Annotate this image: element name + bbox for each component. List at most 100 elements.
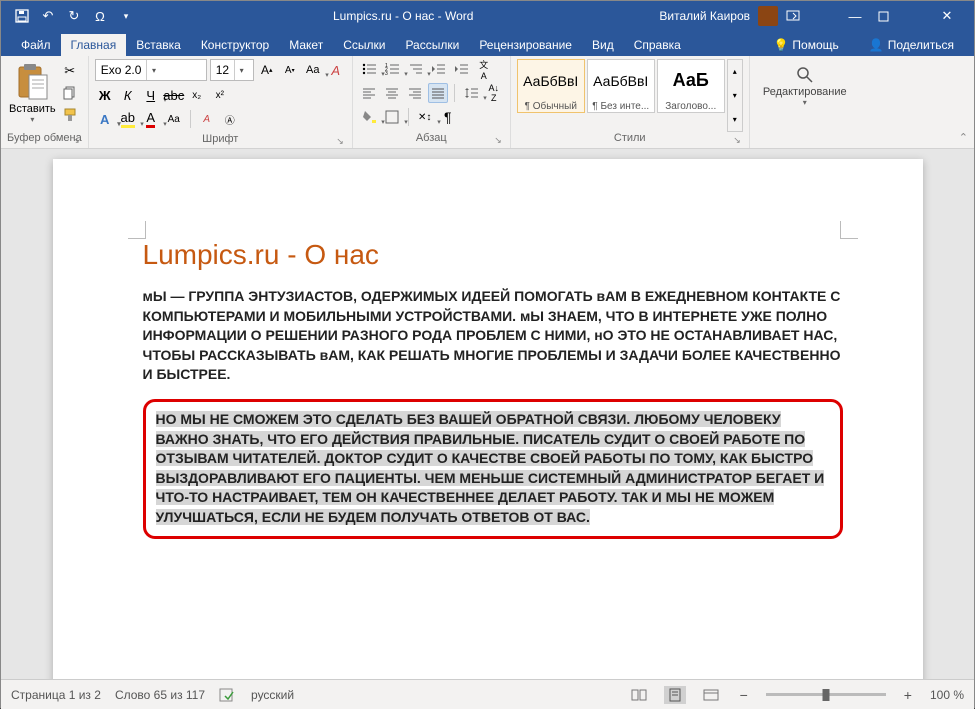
status-words[interactable]: Слово 65 из 117 (115, 688, 205, 702)
superscript-icon[interactable]: x² (210, 85, 230, 105)
ribbon-display-options-icon[interactable] (786, 1, 832, 31)
text-effects-icon[interactable]: A (95, 109, 115, 129)
styles-up-icon[interactable]: ▴ (728, 60, 742, 84)
align-center-icon[interactable] (382, 83, 402, 103)
tab-references[interactable]: Ссылки (333, 34, 395, 56)
zoom-slider[interactable] (766, 693, 886, 696)
strikethrough-icon[interactable]: abc (164, 85, 184, 105)
user-name: Виталий Каиров (659, 9, 750, 23)
read-mode-icon[interactable] (628, 686, 650, 704)
decrease-indent-icon[interactable] (428, 59, 448, 79)
zoom-level[interactable]: 100 % (930, 688, 964, 702)
document-area[interactable]: Lumpics.ru - О нас мЫ — ГРУППА ЭНТУЗИАСТ… (1, 149, 974, 679)
underline-icon[interactable]: Ч (141, 85, 161, 105)
styles-more-icon[interactable]: ▾ (728, 107, 742, 131)
clipboard-launcher-icon[interactable]: ↘ (72, 135, 80, 146)
maximize-button[interactable] (878, 1, 924, 31)
copy-icon[interactable] (60, 83, 80, 103)
tab-file[interactable]: Файл (11, 34, 61, 56)
numbering-icon[interactable]: 123 (382, 59, 402, 79)
share-button[interactable]: 👤Поделиться (859, 34, 964, 56)
web-layout-icon[interactable] (700, 686, 722, 704)
minimize-button[interactable]: — (832, 1, 878, 31)
group-clipboard: Вставить ▾ ✂ Буфер обмена↘ (1, 56, 89, 148)
font-name-combo[interactable]: Exo 2.0▾ (95, 59, 207, 81)
bullets-icon[interactable] (359, 59, 379, 79)
bold-icon[interactable]: Ж (95, 85, 115, 105)
lightbulb-icon: 💡 (773, 38, 788, 52)
avatar[interactable] (758, 6, 778, 26)
font-size-combo[interactable]: 12▾ (210, 59, 254, 81)
tab-layout[interactable]: Макет (279, 34, 333, 56)
format-painter-icon[interactable] (60, 105, 80, 125)
close-button[interactable]: ✕ (924, 1, 970, 31)
qat-dropdown-icon[interactable]: ▾ (115, 5, 137, 27)
asian-layout-icon[interactable]: ✕↕ (415, 107, 435, 127)
symbol-icon[interactable]: Ω (89, 5, 111, 27)
zoom-out-button[interactable]: − (736, 687, 752, 703)
italic-icon[interactable]: К (118, 85, 138, 105)
clear-formatting-icon[interactable]: A (326, 60, 346, 80)
sort-icon[interactable]: A↓Z (484, 83, 504, 103)
ribbon-tabs: Файл Главная Вставка Конструктор Макет С… (1, 31, 974, 56)
align-right-icon[interactable] (405, 83, 425, 103)
tab-review[interactable]: Рецензирование (469, 34, 582, 56)
crop-mark-icon (840, 221, 858, 239)
shrink-font-icon[interactable]: A▾ (280, 60, 300, 80)
save-icon[interactable] (11, 5, 33, 27)
align-left-icon[interactable] (359, 83, 379, 103)
text-direction-icon[interactable]: 文A (474, 59, 494, 79)
cut-icon[interactable]: ✂ (60, 61, 80, 81)
tab-design[interactable]: Конструктор (191, 34, 279, 56)
styles-scroll: ▴ ▾ ▾ (727, 59, 743, 132)
paragraph-1[interactable]: мЫ — ГРУППА ЭНТУЗИАСТОВ, ОДЕРЖИМЫХ ИДЕЕЙ… (143, 287, 843, 385)
document-body[interactable]: мЫ — ГРУППА ЭНТУЗИАСТОВ, ОДЕРЖИМЫХ ИДЕЕЙ… (143, 287, 843, 539)
justify-icon[interactable] (428, 83, 448, 103)
borders-icon[interactable] (382, 107, 402, 127)
style-heading1[interactable]: АаБЗаголово... (657, 59, 725, 113)
styles-down-icon[interactable]: ▾ (728, 84, 742, 108)
paragraph-launcher-icon[interactable]: ↘ (494, 135, 502, 146)
style-no-spacing[interactable]: АаБбВвІ¶ Без инте... (587, 59, 655, 113)
tab-view[interactable]: Вид (582, 34, 624, 56)
styles-launcher-icon[interactable]: ↘ (733, 135, 741, 146)
paragraph-2[interactable]: НО МЫ НЕ СМОЖЕМ ЭТО СДЕЛАТЬ БЕЗ ВАШЕЙ ОБ… (156, 410, 830, 528)
status-language[interactable]: русский (251, 688, 294, 702)
collapse-ribbon-icon[interactable]: ⌃ (959, 131, 968, 144)
chevron-down-icon[interactable]: ▾ (146, 60, 160, 80)
find-icon[interactable] (796, 66, 814, 84)
tell-me[interactable]: 💡Помощь (763, 34, 848, 56)
chevron-down-icon[interactable]: ▾ (234, 60, 248, 80)
show-marks-icon[interactable]: ¶ (438, 107, 458, 127)
increase-indent-icon[interactable] (451, 59, 471, 79)
print-layout-icon[interactable] (664, 686, 686, 704)
phonetic-guide-icon[interactable]: A (197, 109, 217, 129)
highlight-icon[interactable]: ab (118, 109, 138, 129)
character-shading-icon[interactable]: Aa (164, 109, 184, 129)
tab-mailings[interactable]: Рассылки (395, 34, 469, 56)
shading-icon[interactable] (359, 107, 379, 127)
group-editing-label: Редактирование (763, 86, 847, 98)
tab-insert[interactable]: Вставка (126, 34, 191, 56)
enclose-characters-icon[interactable]: Ⓐ (220, 109, 240, 129)
style-normal[interactable]: АаБбВвІ¶ Обычный (517, 59, 585, 113)
font-color-icon[interactable]: A (141, 109, 161, 129)
group-clipboard-label: Буфер обмена (7, 132, 82, 144)
zoom-in-button[interactable]: + (900, 687, 916, 703)
title-bar: ↶ ↻ Ω ▾ Lumpics.ru - О нас - Word Витали… (1, 1, 974, 31)
line-spacing-icon[interactable] (461, 83, 481, 103)
font-launcher-icon[interactable]: ↘ (336, 136, 344, 147)
document-title[interactable]: Lumpics.ru - О нас (143, 239, 843, 271)
redo-icon[interactable]: ↻ (63, 5, 85, 27)
paste-button[interactable]: Вставить ▾ (7, 59, 58, 132)
change-case-icon[interactable]: Aa (303, 60, 323, 80)
multilevel-list-icon[interactable] (405, 59, 425, 79)
subscript-icon[interactable]: x₂ (187, 85, 207, 105)
grow-font-icon[interactable]: A▴ (257, 60, 277, 80)
tab-home[interactable]: Главная (61, 34, 127, 56)
undo-icon[interactable]: ↶ (37, 5, 59, 27)
status-page[interactable]: Страница 1 из 2 (11, 688, 101, 702)
tab-help[interactable]: Справка (624, 34, 691, 56)
spellcheck-icon[interactable] (219, 688, 237, 702)
group-styles: АаБбВвІ¶ Обычный АаБбВвІ¶ Без инте... Аа… (511, 56, 750, 148)
